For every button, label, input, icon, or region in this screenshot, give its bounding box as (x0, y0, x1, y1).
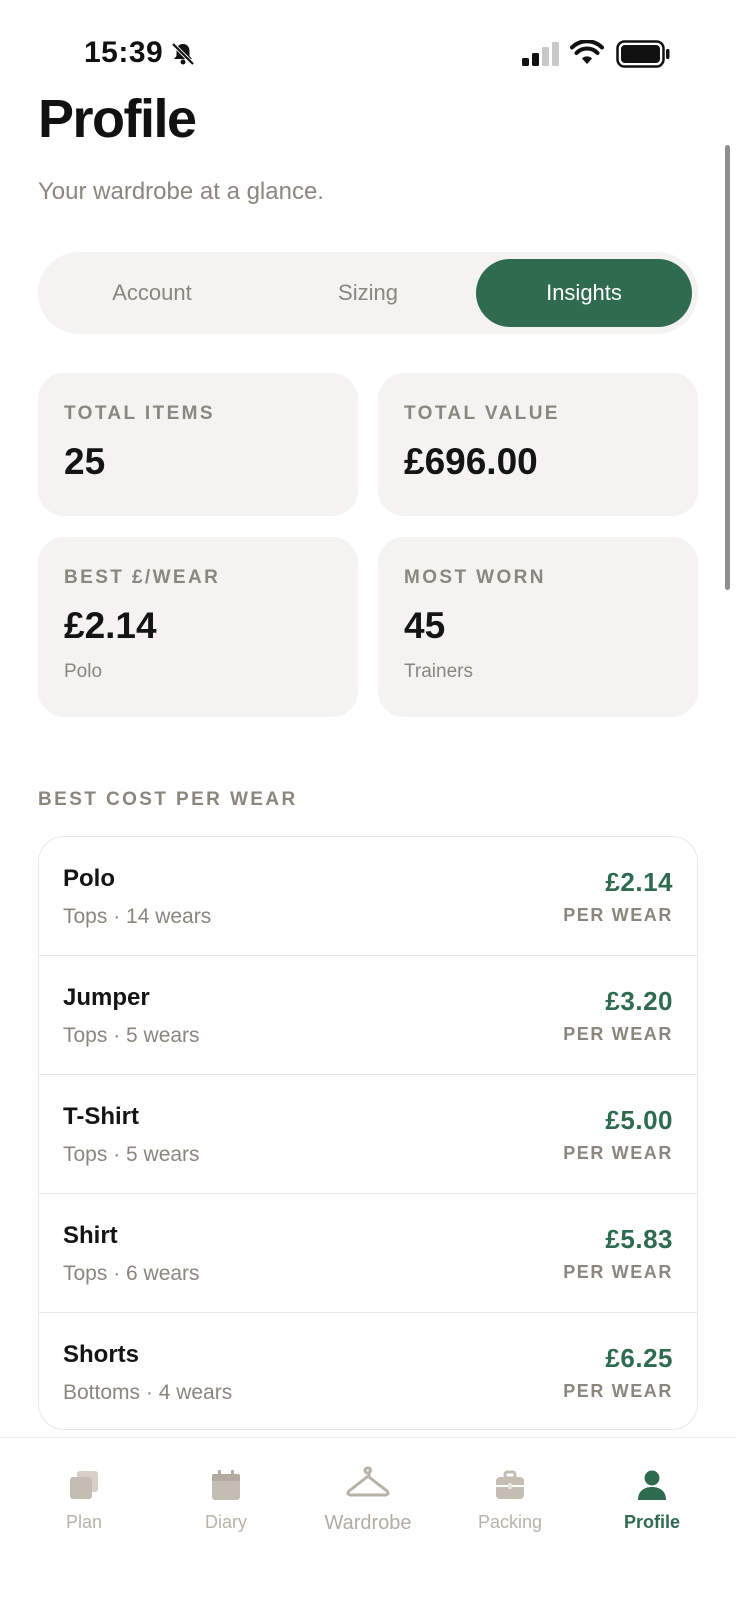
tab-diary[interactable]: Diary (161, 1438, 291, 1558)
item-price: £3.20 (605, 986, 673, 1016)
tab-wardrobe[interactable]: Wardrobe (303, 1438, 433, 1558)
profile-screen: 15:39 Profile Your wardrobe at a glance. (0, 0, 736, 1600)
cellular-signal-icon (522, 42, 559, 66)
page-title: Profile (38, 89, 197, 149)
segment-account[interactable]: Account (44, 259, 260, 327)
most-worn-card: MOST WORN 45 Trainers (378, 537, 698, 717)
page-subtitle: Your wardrobe at a glance. (38, 178, 324, 205)
best-per-wear-card: BEST £/WEAR £2.14 Polo (38, 537, 358, 717)
item-price: £6.25 (605, 1343, 673, 1373)
list-item[interactable]: Polo Tops · 14 wears £2.14 PER WEAR (39, 837, 697, 956)
bottom-tab-bar: Plan Diary Wardrobe Packing Profile (0, 1437, 736, 1600)
tab-profile-label: Profile (623, 1512, 680, 1532)
profile-segmented-control: Account Sizing Insights (38, 252, 698, 334)
tab-packing-label: Packing (477, 1512, 543, 1532)
bell-muted-icon (171, 42, 195, 66)
cost-per-wear-list: Polo Tops · 14 wears £2.14 PER WEAR Jump… (38, 836, 698, 1430)
list-item[interactable]: Shorts Bottoms · 4 wears £6.25 PER WEAR (39, 1313, 697, 1429)
total-value-label: TOTAL VALUE (404, 403, 560, 424)
item-unit: PER WEAR (563, 1262, 673, 1282)
tab-diary-label: Diary (204, 1512, 247, 1532)
tab-profile[interactable]: Profile (587, 1438, 717, 1558)
total-items-label: TOTAL ITEMS (64, 403, 215, 424)
item-unit: PER WEAR (563, 1143, 673, 1163)
battery-icon (616, 40, 670, 68)
item-meta: Bottoms · 4 wears (63, 1381, 233, 1404)
section-title: BEST COST PER WEAR (38, 789, 298, 810)
item-meta: Tops · 6 wears (63, 1262, 200, 1285)
scroll-indicator[interactable] (725, 145, 730, 590)
person-icon (638, 1470, 666, 1500)
best-per-wear-label: BEST £/WEAR (64, 567, 221, 588)
cards-icon (70, 1471, 98, 1499)
item-price: £5.00 (605, 1105, 673, 1135)
hanger-icon (346, 1466, 390, 1497)
status-time: 15:39 (84, 36, 164, 69)
total-value-card: TOTAL VALUE £696.00 (378, 373, 698, 516)
item-unit: PER WEAR (563, 1381, 673, 1401)
total-value-value: £696.00 (404, 441, 538, 482)
item-name: Polo (63, 865, 115, 892)
item-unit: PER WEAR (563, 905, 673, 925)
segment-sizing[interactable]: Sizing (260, 259, 476, 327)
total-items-card: TOTAL ITEMS 25 (38, 373, 358, 516)
best-per-wear-value: £2.14 (64, 605, 157, 646)
item-price: £2.14 (605, 867, 673, 897)
most-worn-label: MOST WORN (404, 567, 546, 588)
segment-insights[interactable]: Insights (476, 259, 692, 327)
list-item[interactable]: T-Shirt Tops · 5 wears £5.00 PER WEAR (39, 1075, 697, 1194)
item-meta: Tops · 5 wears (63, 1143, 200, 1166)
suitcase-icon (496, 1470, 524, 1499)
best-per-wear-item: Polo (64, 661, 103, 682)
wifi-icon (570, 40, 604, 64)
item-name: Shirt (63, 1222, 118, 1249)
tab-packing[interactable]: Packing (445, 1438, 575, 1558)
tab-wardrobe-label: Wardrobe (324, 1512, 412, 1534)
tab-plan-label: Plan (65, 1512, 103, 1532)
item-meta: Tops · 14 wears (63, 905, 212, 928)
status-bar: 15:39 (0, 0, 736, 100)
item-name: Shorts (63, 1341, 140, 1368)
item-price: £5.83 (605, 1224, 673, 1254)
item-name: Jumper (63, 984, 150, 1011)
item-unit: PER WEAR (563, 1024, 673, 1044)
list-item[interactable]: Jumper Tops · 5 wears £3.20 PER WEAR (39, 956, 697, 1075)
total-items-value: 25 (64, 441, 106, 482)
most-worn-item: Trainers (404, 661, 473, 682)
item-name: T-Shirt (63, 1103, 139, 1130)
calendar-icon (212, 1470, 240, 1500)
list-item[interactable]: Shirt Tops · 6 wears £5.83 PER WEAR (39, 1194, 697, 1313)
item-meta: Tops · 5 wears (63, 1024, 200, 1047)
most-worn-value: 45 (404, 605, 446, 646)
tab-plan[interactable]: Plan (19, 1438, 149, 1558)
